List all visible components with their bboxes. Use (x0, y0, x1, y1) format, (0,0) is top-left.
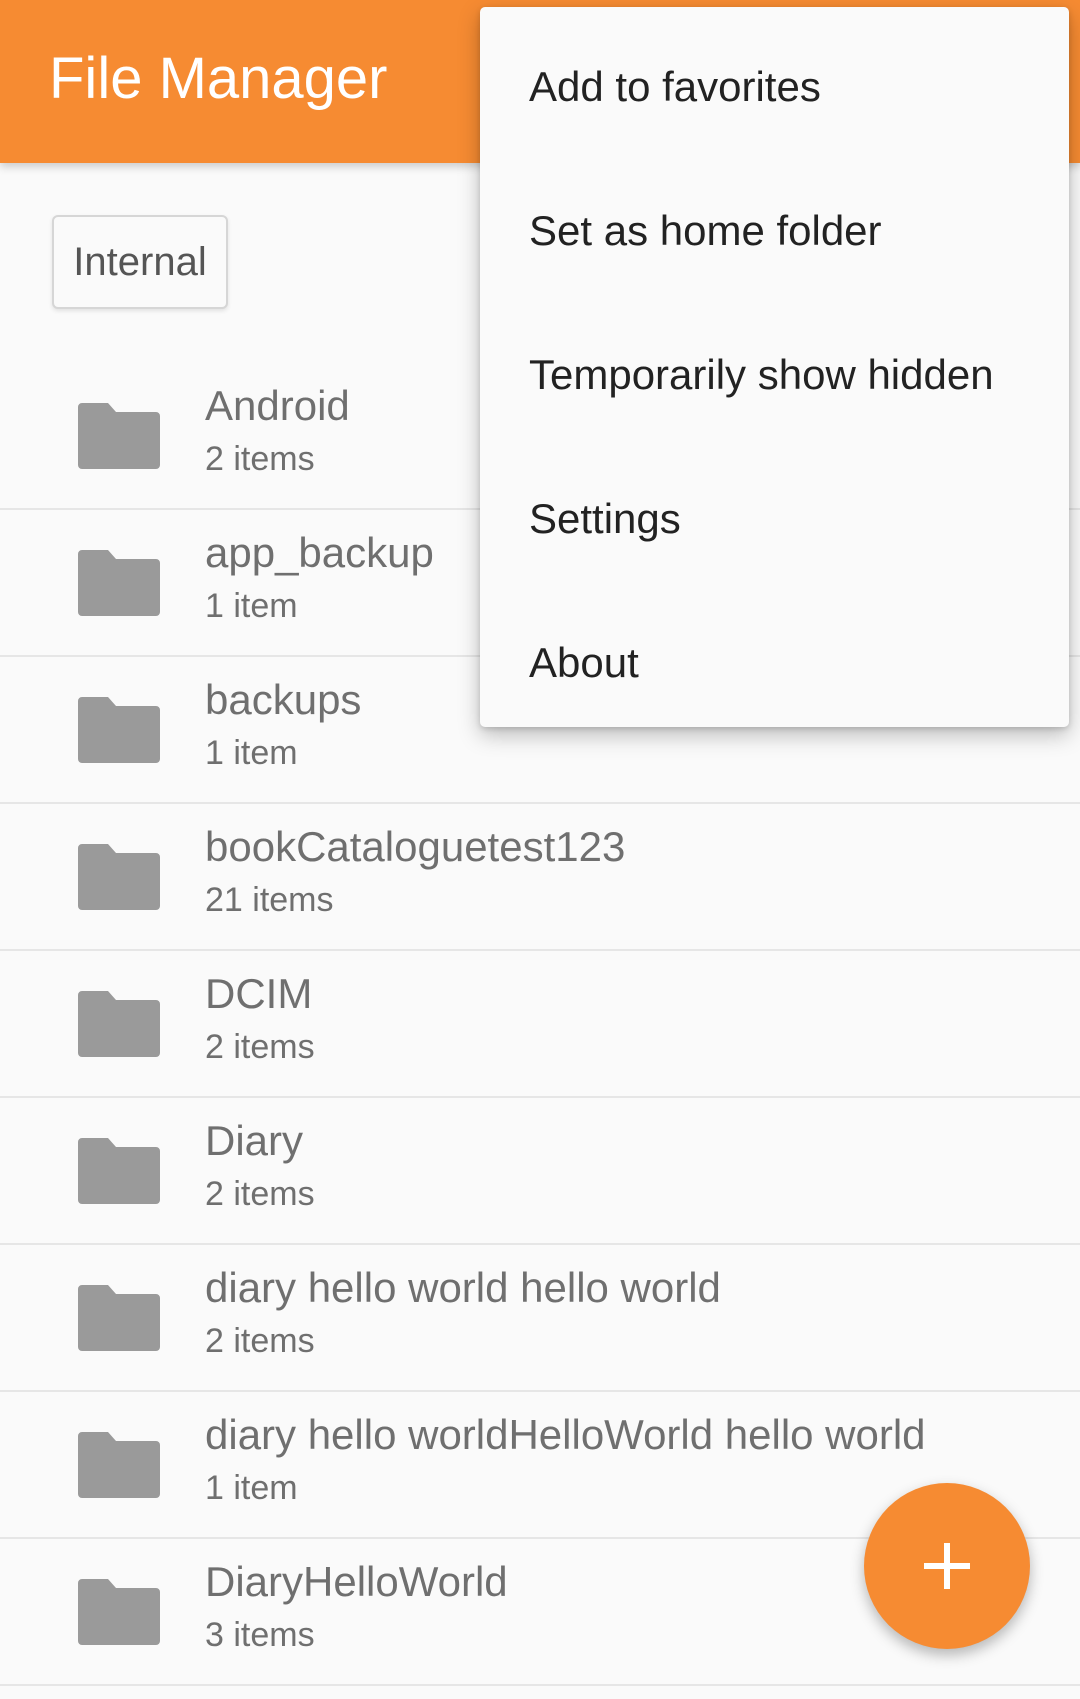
folder-icon (78, 550, 160, 616)
menu-item-about[interactable]: About (480, 591, 1069, 735)
file-item-count: 2 items (205, 1175, 315, 1213)
file-item-count: 2 items (205, 1028, 315, 1066)
folder-icon (78, 1432, 160, 1498)
folder-icon (78, 403, 160, 469)
storage-selector-internal[interactable]: Internal (52, 215, 228, 309)
file-row[interactable]: bookCataloguetest123 21 items (0, 804, 1080, 951)
menu-item-temporarily-show-hidden[interactable]: Temporarily show hidden (480, 303, 1069, 447)
file-name: DiaryHelloWorld (205, 1558, 508, 1605)
folder-icon (78, 1285, 160, 1351)
file-item-count: 2 items (205, 1322, 315, 1360)
file-name: backups (205, 676, 362, 723)
file-name: bookCataloguetest123 (205, 823, 626, 870)
folder-icon (78, 697, 160, 763)
file-row[interactable]: diary hello world hello world 2 items (0, 1245, 1080, 1392)
file-row[interactable]: Diary 2 items (0, 1098, 1080, 1245)
folder-icon (78, 991, 160, 1057)
file-name: Diary (205, 1117, 304, 1164)
menu-item-set-as-home-folder[interactable]: Set as home folder (480, 159, 1069, 303)
file-name: DCIM (205, 970, 313, 1017)
file-item-count: 2 items (205, 440, 315, 478)
file-name: app_backup (205, 529, 434, 576)
file-item-count: 1 item (205, 587, 298, 625)
menu-item-add-to-favorites[interactable]: Add to favorites (480, 15, 1069, 159)
overflow-menu: Add to favorites Set as home folder Temp… (480, 7, 1069, 727)
file-name: diary hello world hello world (205, 1264, 721, 1311)
app-title: File Manager (49, 46, 388, 111)
file-manager-screen: File Manager Internal Android 2 items ap… (0, 0, 1080, 1699)
menu-item-settings[interactable]: Settings (480, 447, 1069, 591)
folder-icon (78, 1579, 160, 1645)
plus-icon (924, 1543, 970, 1589)
file-item-count: 21 items (205, 881, 334, 919)
file-row[interactable]: DCIM 2 items (0, 951, 1080, 1098)
file-item-count: 3 items (205, 1616, 315, 1654)
file-name: Android (205, 382, 350, 429)
folder-icon (78, 844, 160, 910)
file-name: diary hello worldHelloWorld hello world (205, 1411, 926, 1458)
file-item-count: 1 item (205, 734, 298, 772)
file-item-count: 1 item (205, 1469, 298, 1507)
folder-icon (78, 1138, 160, 1204)
add-fab-button[interactable] (864, 1483, 1030, 1649)
